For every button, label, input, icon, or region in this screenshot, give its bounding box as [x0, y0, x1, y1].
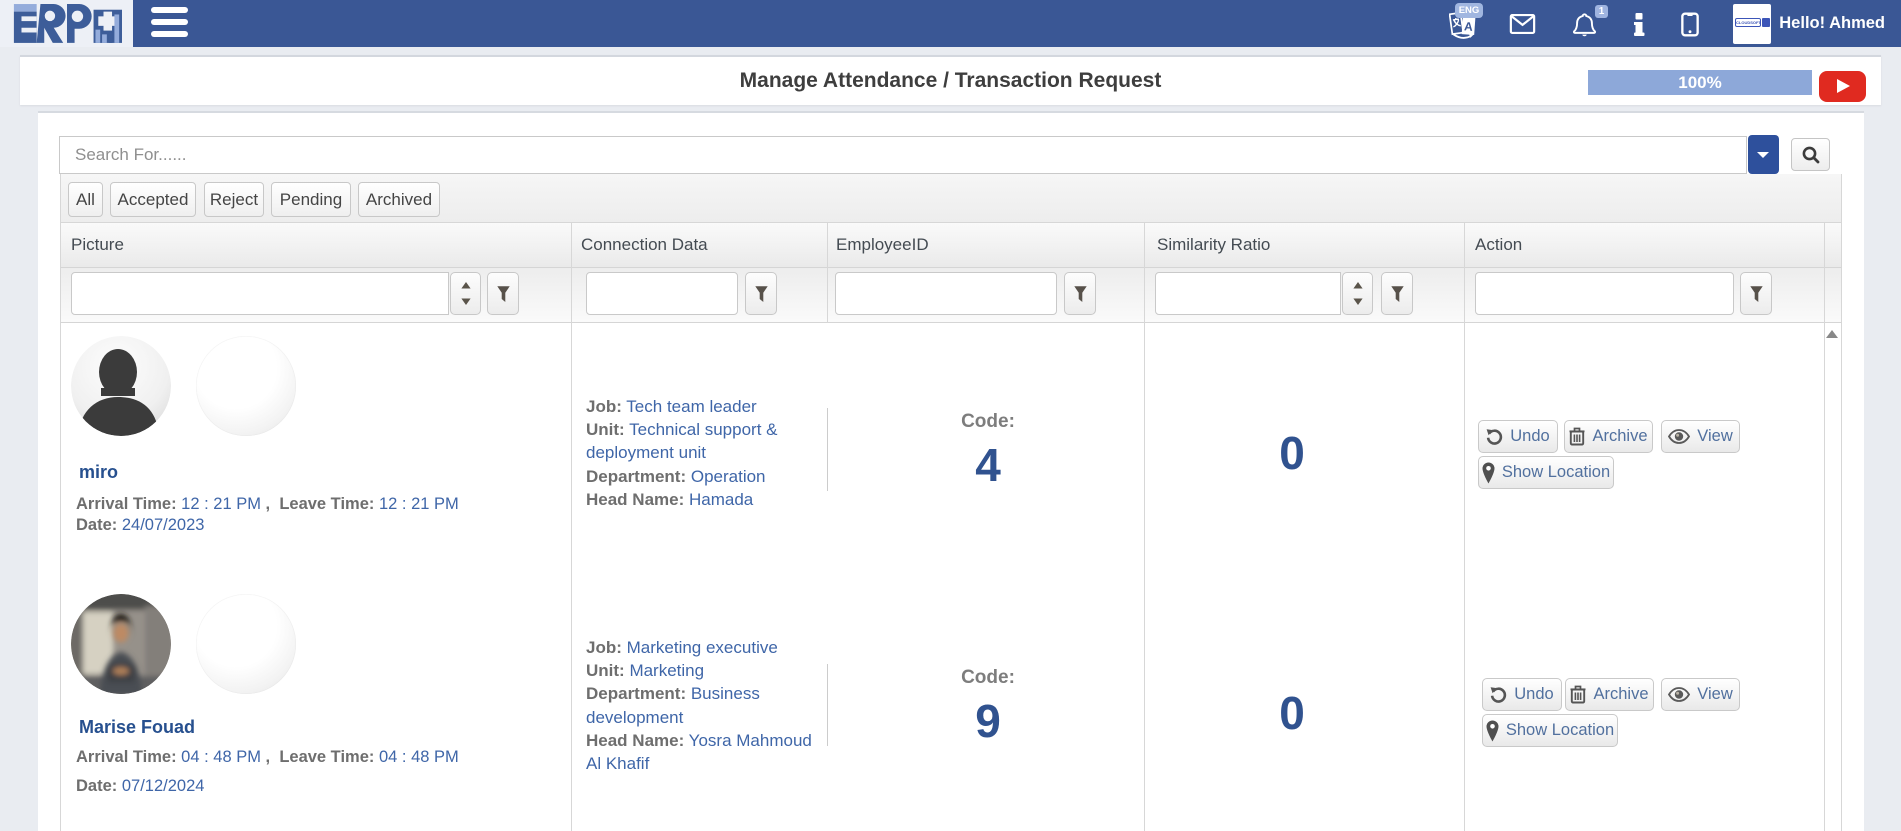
svg-text:A: A [1464, 19, 1474, 34]
